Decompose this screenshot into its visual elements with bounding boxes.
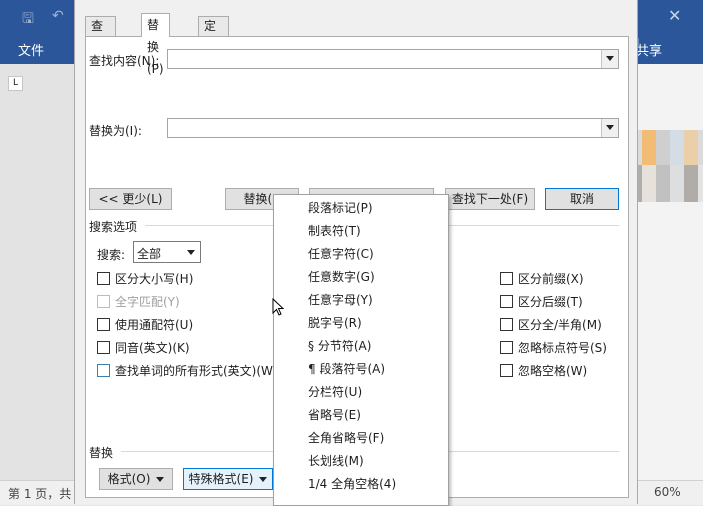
- replace-section-title: 替换: [89, 446, 114, 460]
- replace-input[interactable]: [167, 118, 619, 138]
- cancel-button[interactable]: 取消: [545, 188, 619, 210]
- checkbox-label: 同音(英文)(K): [115, 341, 190, 355]
- menu-item-caret[interactable]: 脱字号(R): [308, 314, 362, 331]
- search-scope-label: 搜索:: [97, 248, 126, 262]
- checkbox-match-prefix[interactable]: 区分前缀(X): [500, 272, 584, 286]
- dropdown-arrow-icon: [156, 477, 165, 482]
- checkbox-label: 区分全/半角(M): [518, 318, 602, 332]
- mouse-cursor-icon: [272, 298, 284, 316]
- menu-item-paragraph-mark[interactable]: 段落标记(P): [308, 199, 373, 216]
- search-scope-value: 全部: [137, 247, 162, 261]
- dropdown-arrow-icon[interactable]: [601, 119, 618, 137]
- checkbox-label: 忽略空格(W): [518, 364, 588, 378]
- checkbox-label: 区分前缀(X): [518, 272, 584, 286]
- checkbox-full-half-width[interactable]: 区分全/半角(M): [500, 318, 602, 332]
- menu-item-any-character[interactable]: 任意字符(C): [308, 245, 374, 262]
- dropdown-arrow-icon[interactable]: [184, 244, 198, 260]
- menu-item-column-break[interactable]: 分栏符(U): [308, 383, 362, 400]
- checkbox-all-word-forms[interactable]: 查找单词的所有形式(英文)(W): [97, 364, 278, 378]
- checkbox-whole-word[interactable]: 全字匹配(Y): [97, 295, 180, 309]
- checkbox-label: 使用通配符(U): [115, 318, 194, 332]
- menu-item-tab-character[interactable]: 制表符(T): [308, 222, 361, 239]
- menu-item-quarter-em-space[interactable]: 1/4 全角空格(4): [308, 475, 396, 492]
- checkbox-ignore-punctuation[interactable]: 忽略标点符号(S): [500, 341, 607, 355]
- checkbox-label: 忽略标点符号(S): [518, 341, 607, 355]
- checkbox-label: 查找单词的所有形式(英文)(W): [115, 364, 278, 378]
- menu-item-full-width-ellipsis[interactable]: 全角省略号(F): [308, 429, 384, 446]
- menu-item-paragraph-character[interactable]: ¶ 段落符号(A): [308, 360, 385, 377]
- checkbox-wildcards[interactable]: 使用通配符(U): [97, 318, 193, 332]
- special-format-menu: 段落标记(P) 制表符(T) 任意字符(C) 任意数字(G) 任意字母(Y) 脱…: [273, 194, 449, 506]
- special-format-button-label: 特殊格式(E): [188, 472, 254, 486]
- checkbox-label: 区分大小写(H): [115, 272, 194, 286]
- file-tab[interactable]: 文件: [18, 40, 44, 59]
- menu-item-section-character[interactable]: § 分节符(A): [308, 337, 371, 354]
- menu-item-ellipsis[interactable]: 省略号(E): [308, 406, 361, 423]
- share-button[interactable]: 共享: [636, 40, 662, 59]
- format-button-label: 格式(O): [107, 472, 151, 486]
- tab-replace[interactable]: 替换(P): [141, 13, 170, 76]
- checkbox-match-suffix[interactable]: 区分后缀(T): [500, 295, 583, 309]
- close-icon[interactable]: ✕: [668, 6, 681, 25]
- checkbox-label: 全字匹配(Y): [115, 295, 180, 309]
- document-page: [636, 64, 703, 480]
- search-options-title: 搜索选项: [89, 220, 138, 234]
- checkbox-match-case[interactable]: 区分大小写(H): [97, 272, 193, 286]
- find-next-button[interactable]: 查找下一处(F): [445, 188, 535, 210]
- menu-item-any-letter[interactable]: 任意字母(Y): [308, 291, 373, 308]
- dropdown-arrow-icon: [259, 477, 268, 482]
- checkbox-label: 区分后缀(T): [518, 295, 583, 309]
- find-input[interactable]: [167, 49, 619, 69]
- special-format-button[interactable]: 特殊格式(E): [183, 468, 273, 490]
- tab-stop-selector[interactable]: L: [8, 76, 23, 91]
- menu-item-em-dash[interactable]: 长划线(M): [308, 452, 364, 469]
- menu-item-any-digit[interactable]: 任意数字(G): [308, 268, 375, 285]
- zoom-level[interactable]: 60%: [654, 485, 681, 499]
- search-scope-select[interactable]: 全部: [133, 241, 201, 263]
- format-button[interactable]: 格式(O): [99, 468, 173, 490]
- replace-label: 替换为(I):: [89, 124, 142, 138]
- save-icon[interactable]: 🖫: [22, 8, 34, 32]
- less-button[interactable]: << 更少(L): [89, 188, 172, 210]
- checkbox-ignore-spaces[interactable]: 忽略空格(W): [500, 364, 587, 378]
- dropdown-arrow-icon[interactable]: [601, 50, 618, 68]
- page-count[interactable]: 第 1 页，共: [8, 485, 71, 502]
- tab-goto[interactable]: 定位(G): [198, 16, 229, 71]
- undo-icon[interactable]: ↶: [52, 8, 64, 24]
- document-margin-left: [0, 64, 75, 480]
- tab-find[interactable]: 查找(D): [85, 16, 116, 71]
- checkbox-sounds-like[interactable]: 同音(英文)(K): [97, 341, 190, 355]
